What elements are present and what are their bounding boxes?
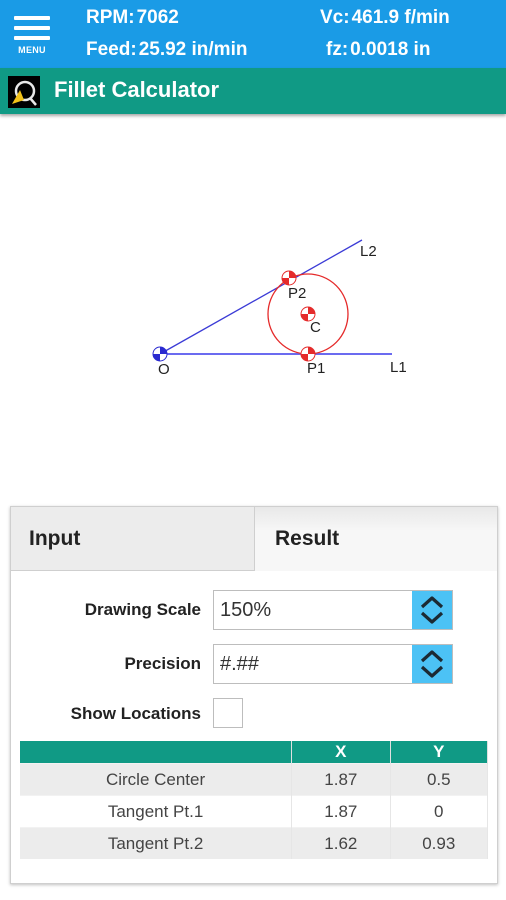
result-table: X Y Circle Center 1.87 0.5 Tangent Pt.1 … [20, 741, 489, 859]
origin-marker [152, 346, 168, 362]
tab-bar: Input Result [11, 507, 497, 573]
tangent-point-1-marker [300, 346, 316, 362]
fz-label: fz: [326, 39, 349, 60]
tab-result[interactable]: Result [255, 507, 497, 571]
table-header: Y [390, 741, 489, 764]
drawing-scale-label: Drawing Scale [84, 600, 201, 619]
label-l1: L1 [390, 359, 407, 376]
table-cell: Tangent Pt.2 [20, 827, 293, 859]
line-l2 [159, 239, 363, 355]
tab-input[interactable]: Input [11, 507, 255, 571]
hamburger-icon-bar [14, 26, 50, 30]
table-header-row: X Y [20, 741, 489, 764]
table-row: Tangent Pt.2 1.62 0.93 [20, 827, 489, 859]
label-p1: P1 [307, 360, 325, 377]
table-cell: Tangent Pt.1 [20, 795, 293, 828]
label-l2: L2 [360, 243, 377, 260]
precision-select[interactable]: #.## [213, 644, 453, 684]
precision-label: Precision [124, 654, 201, 673]
vc-readout: Vc: 461.9 f/min [320, 7, 450, 29]
vc-label: Vc: [320, 7, 350, 28]
rpm-readout: RPM: 7062 [86, 7, 179, 29]
table-cell: 1.87 [291, 763, 391, 796]
spinner-up-down-icon[interactable] [412, 645, 452, 683]
label-origin: O [158, 361, 170, 378]
table-cell: 0.93 [390, 827, 489, 859]
status-bar: MENU RPM: 7062 Feed: 25.92 in/min Vc: 461.9… [0, 0, 506, 68]
fillet-drawing: O L1 L2 P1 P2 C [0, 118, 506, 498]
settings-panel: Input Result Drawing Scale 150% Precisio… [10, 506, 498, 884]
table-cell: Circle Center [20, 763, 293, 796]
precision-value: #.## [220, 653, 259, 675]
table-row: Circle Center 1.87 0.5 [20, 763, 489, 796]
tab-result-label: Result [275, 527, 340, 550]
show-locations-label: Show Locations [70, 704, 201, 723]
spinner-up-down-icon[interactable] [412, 591, 452, 629]
menu-button[interactable]: MENU [12, 14, 52, 58]
title-bar: Fillet Calculator [0, 68, 506, 114]
hamburger-icon-bar [14, 36, 50, 40]
fz-value: 0.0018 in [350, 39, 431, 60]
fz-readout: fz: 0.0018 in [326, 39, 430, 61]
drawing-scale-select[interactable]: 150% [213, 590, 453, 630]
label-c: C [310, 319, 321, 336]
table-header [20, 741, 293, 764]
calipers-logo-icon [8, 76, 40, 108]
tangent-point-2-marker [281, 270, 297, 286]
feed-label: Feed: [86, 39, 137, 60]
menu-label: MENU [18, 45, 46, 55]
tab-input-label: Input [29, 527, 81, 550]
feed-readout: Feed: 25.92 in/min [86, 39, 247, 61]
feed-value: 25.92 in/min [138, 39, 248, 60]
page-title: Fillet Calculator [54, 77, 220, 102]
hamburger-icon [14, 16, 50, 20]
table-row: Tangent Pt.1 1.87 0 [20, 795, 489, 828]
table-cell: 0 [390, 795, 489, 828]
table-cell: 1.87 [291, 795, 391, 828]
rpm-label: RPM: [86, 7, 135, 28]
table-cell: 0.5 [390, 763, 489, 796]
vc-value: 461.9 f/min [351, 7, 450, 28]
show-locations-checkbox[interactable] [213, 698, 243, 728]
table-header: X [291, 741, 391, 764]
label-p2: P2 [288, 285, 306, 302]
drawing-scale-value: 150% [220, 599, 272, 621]
rpm-value: 7062 [136, 7, 179, 28]
table-cell: 1.62 [291, 827, 391, 859]
